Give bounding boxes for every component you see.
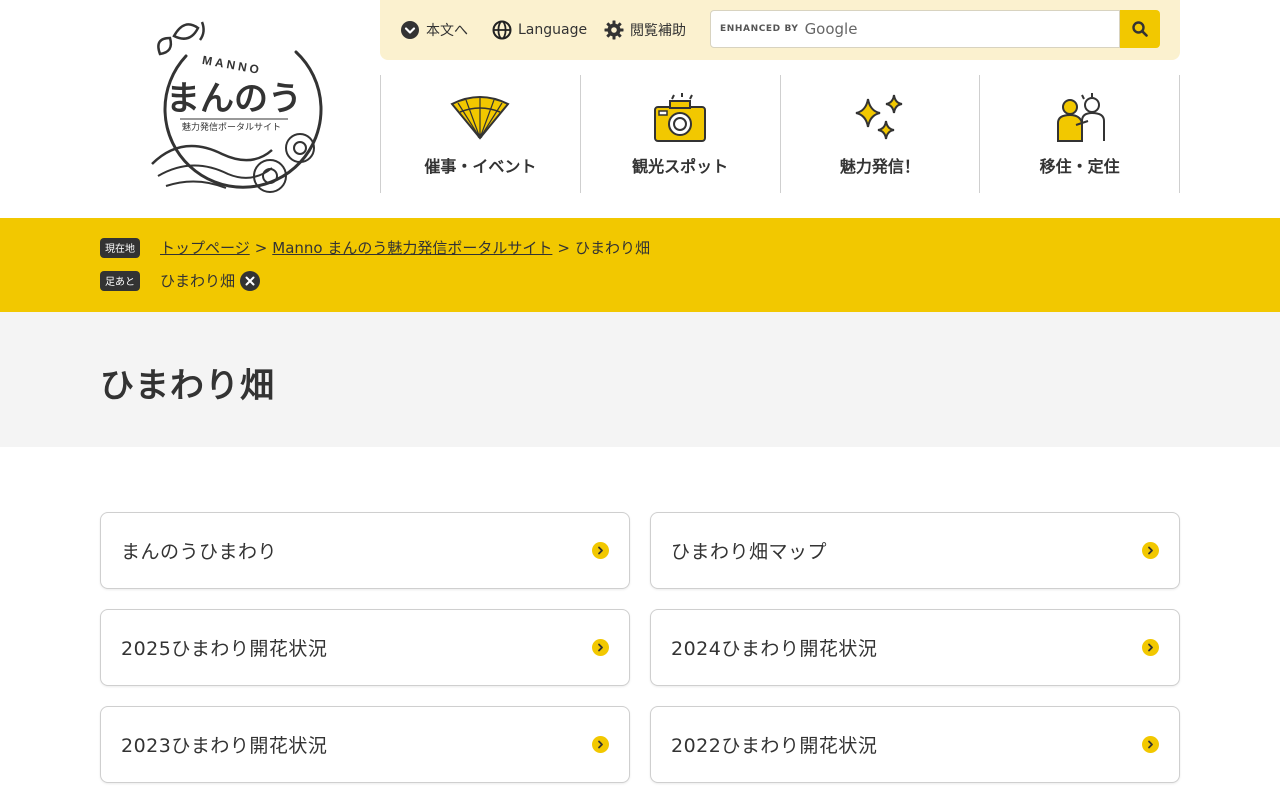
nav-events[interactable]: 催事・イベント bbox=[380, 75, 580, 193]
breadcrumb-separator: > bbox=[557, 238, 570, 257]
people-icon bbox=[1050, 91, 1110, 145]
chevron-right-icon bbox=[592, 736, 609, 753]
search-input[interactable]: ENHANCED BY Google bbox=[710, 10, 1120, 48]
sparkles-icon bbox=[850, 91, 910, 145]
current-location-badge: 現在地 bbox=[100, 237, 140, 258]
link-card-label: まんのうひまわり bbox=[121, 541, 278, 563]
breadcrumb-current: ひまわり畑 bbox=[574, 239, 650, 257]
breadcrumb-separator: > bbox=[254, 238, 268, 257]
nav-migration-label: 移住・定住 bbox=[1039, 157, 1120, 176]
link-card-label: ひまわり畑マップ bbox=[671, 541, 828, 563]
nav-migration[interactable]: 移住・定住 bbox=[979, 75, 1180, 193]
chevron-down-circle-icon bbox=[400, 20, 420, 40]
link-card[interactable]: 2025ひまわり開花状況 bbox=[100, 609, 630, 686]
chevron-right-icon bbox=[1142, 542, 1159, 559]
gear-icon bbox=[604, 20, 624, 40]
nav-appeal-label: 魅力発信！ bbox=[839, 157, 920, 176]
search-enhanced-text: ENHANCED BY bbox=[720, 24, 799, 34]
nav-events-label: 催事・イベント bbox=[424, 157, 537, 176]
skip-to-content-link[interactable]: 本文へ bbox=[400, 19, 468, 41]
skip-label: 本文へ bbox=[426, 23, 468, 39]
history-badge: 足あと bbox=[100, 270, 140, 291]
chevron-right-icon bbox=[1142, 736, 1159, 753]
camera-icon bbox=[650, 91, 710, 145]
site-logo[interactable]: MANNO まんのう 魅力発信ポータルサイト bbox=[146, 16, 326, 202]
history-trail: 足あと ひまわり畑 bbox=[100, 270, 261, 291]
logo-latin: MANNO bbox=[201, 53, 263, 77]
chevron-right-icon bbox=[1142, 639, 1159, 656]
history-item[interactable]: ひまわり畑 bbox=[160, 270, 235, 291]
accessibility-label: 閲覧補助 bbox=[630, 23, 686, 39]
chevron-right-icon bbox=[592, 542, 609, 559]
link-card-label: 2025ひまわり開花状況 bbox=[121, 638, 328, 660]
link-card-label: 2024ひまわり開花状況 bbox=[671, 638, 878, 660]
link-card[interactable]: まんのうひまわり bbox=[100, 512, 630, 589]
page-title-area: ひまわり畑 bbox=[0, 312, 1280, 447]
globe-icon bbox=[492, 20, 512, 40]
google-logo-text: Google bbox=[804, 20, 858, 38]
logo-kana: まんのう bbox=[166, 79, 302, 119]
breadcrumb-portal-link[interactable]: Manno まんのう魅力発信ポータルサイト bbox=[272, 237, 552, 258]
logo-tagline: 魅力発信ポータルサイト bbox=[182, 121, 281, 133]
breadcrumb-home-link[interactable]: トップページ bbox=[160, 237, 250, 258]
breadcrumb-area: 現在地 トップページ > Manno まんのう魅力発信ポータルサイト > ひまわ… bbox=[0, 218, 1280, 312]
link-card[interactable]: ひまわり畑マップ bbox=[650, 512, 1180, 589]
accessibility-button[interactable]: 閲覧補助 bbox=[604, 19, 686, 41]
utility-bar: 本文へ Language 閲覧補助 ENHANCED BY Google bbox=[380, 0, 1180, 60]
page-title: ひまわり畑 bbox=[100, 366, 275, 406]
link-card[interactable]: 2024ひまわり開花状況 bbox=[650, 609, 1180, 686]
link-card[interactable]: 2023ひまわり開花状況 bbox=[100, 706, 630, 783]
chevron-right-icon bbox=[592, 639, 609, 656]
close-icon bbox=[245, 276, 255, 285]
nav-spots[interactable]: 観光スポット bbox=[579, 75, 780, 193]
search-icon bbox=[1132, 21, 1148, 37]
language-label: Language bbox=[518, 22, 588, 38]
nav-spots-label: 観光スポット bbox=[632, 157, 729, 176]
breadcrumb: 現在地 トップページ > Manno まんのう魅力発信ポータルサイト > ひまわ… bbox=[100, 237, 650, 258]
folding-fan-icon bbox=[450, 91, 510, 145]
link-card-label: 2023ひまわり開花状況 bbox=[121, 735, 328, 757]
link-card[interactable]: 2022ひまわり開花状況 bbox=[650, 706, 1180, 783]
history-remove-button[interactable] bbox=[240, 270, 261, 291]
global-nav: 催事・イベント 観光スポット 魅力発信！ 移住・定住 bbox=[380, 75, 1180, 193]
search-button[interactable] bbox=[1120, 10, 1160, 48]
link-card-label: 2022ひまわり開花状況 bbox=[671, 735, 878, 757]
language-button[interactable]: Language bbox=[492, 19, 587, 41]
nav-appeal[interactable]: 魅力発信！ bbox=[779, 75, 980, 193]
